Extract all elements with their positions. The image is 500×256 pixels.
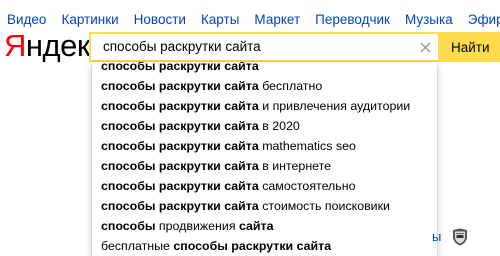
suggest-rest: бесплатно	[258, 79, 323, 93]
suggest-bold: способы	[101, 219, 156, 233]
suggest-item[interactable]: способы продвижения сайта	[92, 216, 437, 236]
suggest-rest: стоимость поисковики	[258, 199, 390, 213]
nav-link-air[interactable]: Эфир	[468, 12, 500, 27]
suggest-bold: способы раскрутки сайта	[101, 199, 259, 213]
suggest-item[interactable]: способы раскрутки сайта в интернете	[92, 156, 437, 176]
search-input[interactable]: способы раскрутки сайта	[89, 32, 440, 62]
suggest-item[interactable]: способы раскрутки сайта в 2020	[92, 116, 437, 136]
suggest-rest: в интернете	[258, 159, 332, 173]
suggest-list: способы раскрутки сайта способы раскрутк…	[92, 62, 437, 256]
services-nav: Видео Картинки Новости Карты Маркет Пере…	[0, 9, 500, 29]
nav-link-video[interactable]: Видео	[7, 12, 46, 27]
suggest-item[interactable]: способы раскрутки сайта mathematics seo	[92, 136, 437, 156]
nav-link-translator[interactable]: Переводчик	[315, 12, 390, 27]
suggest-item[interactable]: способы раскрутки сайта	[92, 62, 437, 76]
suggest-rest: mathematics seo	[258, 139, 356, 153]
nav-link-news[interactable]: Новости	[134, 12, 186, 27]
nav-link-images[interactable]: Картинки	[61, 12, 118, 27]
suggest-bold: способы раскрутки сайта	[101, 179, 259, 193]
suggest-bold: способы раскрутки сайта	[101, 62, 259, 73]
suggest-bold: способы раскрутки сайта	[101, 139, 259, 153]
search-query-text[interactable]: способы раскрутки сайта	[103, 39, 261, 54]
suggest-bold: способы раскрутки сайта	[101, 99, 259, 113]
search-button[interactable]: Найти	[438, 32, 500, 62]
suggest-mid: продвижения	[155, 219, 239, 233]
logo-first-letter: Я	[4, 28, 26, 63]
suggest-item[interactable]: способы раскрутки сайта самостоятельно	[92, 176, 437, 196]
suggest-bold: сайта	[238, 219, 274, 233]
suggest-rest: самостоятельно	[258, 179, 356, 193]
nav-link-music[interactable]: Музыка	[405, 12, 453, 27]
suggest-bold: способы раскрутки сайта	[173, 239, 332, 253]
suggest-item[interactable]: способы раскрутки сайта бесплатно	[92, 76, 437, 96]
suggest-item[interactable]: способы раскрутки сайта и привлечения ау…	[92, 96, 437, 116]
close-icon[interactable]	[417, 37, 433, 57]
suggest-bold: способы раскрутки сайта	[101, 159, 259, 173]
suggest-rest: в 2020	[258, 119, 300, 133]
suggest-item[interactable]: способы раскрутки сайта стоимость поиско…	[92, 196, 437, 216]
side-link-fragment[interactable]: ы	[432, 229, 441, 244]
suggest-rest: и привлечения аудитории	[258, 99, 411, 113]
nhl-icon[interactable]	[452, 228, 468, 246]
suggest-bold: способы раскрутки сайта	[101, 79, 259, 93]
nav-link-market[interactable]: Маркет	[254, 12, 300, 27]
suggest-item[interactable]: бесплатные способы раскрутки сайта	[92, 236, 437, 256]
nav-link-maps[interactable]: Карты	[201, 12, 239, 27]
suggest-pre: бесплатные	[101, 239, 174, 253]
suggest-bold: способы раскрутки сайта	[101, 119, 259, 133]
